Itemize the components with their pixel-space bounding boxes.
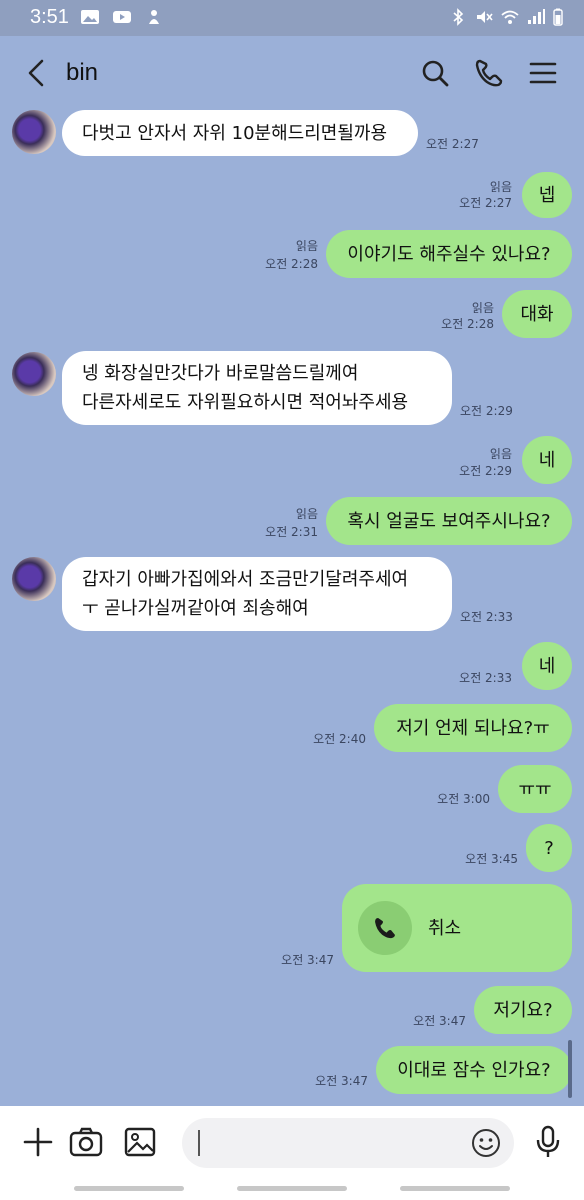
message-line-1: 갑자기 아빠가집에와서 조금만기달려주세여 <box>82 569 409 590</box>
message-time: 오전 2:28 <box>265 257 318 271</box>
message-text: 넵 <box>538 184 556 206</box>
message-time: 오전 2:33 <box>459 671 512 685</box>
outgoing-message[interactable]: ? <box>526 824 572 872</box>
message-time: 오전 3:00 <box>437 792 490 806</box>
system-navigation-bar <box>0 1180 584 1200</box>
outgoing-message[interactable]: 네 <box>522 436 572 484</box>
message-text: 이대로 잠수 인가요? <box>397 1059 551 1081</box>
message-text-field[interactable] <box>182 1118 514 1168</box>
incoming-message[interactable]: 넹 화장실만갓다가 바로말씀드릴께여 다른자세로도 자위필요하시면 적어놔주세용 <box>62 351 452 425</box>
outgoing-message[interactable]: 저기요? <box>474 986 572 1034</box>
chevron-left-icon[interactable] <box>22 56 52 90</box>
outgoing-message[interactable]: 혹시 얼굴도 보여주시나요? <box>326 497 572 545</box>
avatar[interactable] <box>12 110 56 154</box>
chat-title: bin <box>66 59 99 86</box>
message-line-2: ㅜ 곧나가실꺼같아여 죄송해여 <box>82 598 309 619</box>
call-status-text: 취소 <box>428 917 462 939</box>
message-time: 오전 2:33 <box>460 610 513 624</box>
nav-recent-pill[interactable] <box>400 1186 510 1191</box>
read-receipt: 읽음 <box>295 507 318 521</box>
status-time: 3:51 <box>30 6 69 28</box>
nav-home-pill[interactable] <box>237 1186 347 1191</box>
search-icon[interactable] <box>418 56 452 90</box>
outgoing-message[interactable]: ㅠㅠ <box>498 765 572 813</box>
hamburger-menu-icon[interactable] <box>526 56 560 90</box>
avatar[interactable] <box>12 557 56 601</box>
phone-icon[interactable] <box>472 56 506 90</box>
status-bar: 3:51 <box>0 0 584 36</box>
message-text: 네 <box>538 449 556 471</box>
read-receipt: 읽음 <box>489 180 512 194</box>
signal-icon <box>528 9 545 24</box>
message-input-bar <box>0 1106 584 1180</box>
image-icon[interactable] <box>122 1124 158 1160</box>
incoming-message[interactable]: 갑자기 아빠가집에와서 조금만기달려주세여 ㅜ 곧나가실꺼같아여 죄송해여 <box>62 557 452 631</box>
system-icons <box>448 8 564 26</box>
message-text: 이야기도 해주실수 있나요? <box>347 243 551 265</box>
message-text: 저기요? <box>493 999 553 1021</box>
mute-icon <box>477 11 493 23</box>
read-receipt: 읽음 <box>471 301 494 315</box>
avatar[interactable] <box>12 352 56 396</box>
message-time: 오전 2:29 <box>459 464 512 478</box>
message-time: 오전 2:31 <box>265 525 318 539</box>
gallery-notification-icon <box>81 10 99 24</box>
message-time: 오전 2:28 <box>441 317 494 331</box>
message-text: ? <box>544 837 554 859</box>
text-cursor <box>198 1130 200 1156</box>
incoming-message[interactable]: 다벗고 안자서 자위 10분해드리면될까용 <box>62 110 418 156</box>
message-time: 오전 2:27 <box>426 137 479 151</box>
message-text: 네 <box>538 655 556 677</box>
message-text: ㅠㅠ <box>518 778 552 800</box>
outgoing-message[interactable]: 저기 언제 되나요?ㅠ <box>374 704 572 752</box>
message-time: 오전 3:47 <box>281 953 334 967</box>
outgoing-message[interactable]: 이대로 잠수 인가요? <box>376 1046 572 1094</box>
message-time: 오전 2:29 <box>460 404 513 418</box>
plus-icon[interactable] <box>20 1124 56 1160</box>
outgoing-message[interactable]: 대화 <box>502 290 572 338</box>
bluetooth-icon <box>453 8 464 26</box>
outgoing-message[interactable]: 이야기도 해주실수 있나요? <box>326 230 572 278</box>
message-line-2: 다른자세로도 자위필요하시면 적어놔주세용 <box>82 392 409 413</box>
scrollbar[interactable] <box>568 1040 572 1098</box>
emoji-icon[interactable] <box>470 1127 502 1159</box>
outgoing-message[interactable]: 네 <box>522 642 572 690</box>
message-list[interactable]: 다벗고 안자서 자위 10분해드리면될까용 오전 2:27 읽음 오전 2:27… <box>0 0 584 1200</box>
message-text: 저기 언제 되나요?ㅠ <box>396 717 550 739</box>
read-receipt: 읽음 <box>489 447 512 461</box>
message-line-1: 넹 화장실만갓다가 바로말씀드릴께여 <box>82 363 359 384</box>
message-time: 오전 3:47 <box>413 1014 466 1028</box>
youtube-notification-icon <box>113 11 131 23</box>
message-text: 대화 <box>520 303 554 325</box>
outgoing-message[interactable]: 넵 <box>522 172 572 218</box>
call-icon-circle <box>358 901 412 955</box>
notification-icons <box>80 8 164 26</box>
phone-icon <box>375 918 395 939</box>
microphone-icon[interactable] <box>530 1124 566 1160</box>
read-receipt: 읽음 <box>295 239 318 253</box>
nav-back-pill[interactable] <box>74 1186 184 1191</box>
message-time: 오전 3:47 <box>315 1074 368 1088</box>
message-time: 오전 3:45 <box>465 852 518 866</box>
chat-header: bin <box>0 36 584 110</box>
message-text: 다벗고 안자서 자위 10분해드리면될까용 <box>82 122 388 144</box>
message-text: 혹시 얼굴도 보여주시나요? <box>347 510 551 532</box>
message-time: 오전 2:27 <box>459 196 512 210</box>
app-notification-icon <box>149 10 159 24</box>
wifi-icon <box>501 10 519 24</box>
message-time: 오전 2:40 <box>313 732 366 746</box>
battery-icon <box>553 8 563 26</box>
camera-icon[interactable] <box>68 1124 104 1160</box>
